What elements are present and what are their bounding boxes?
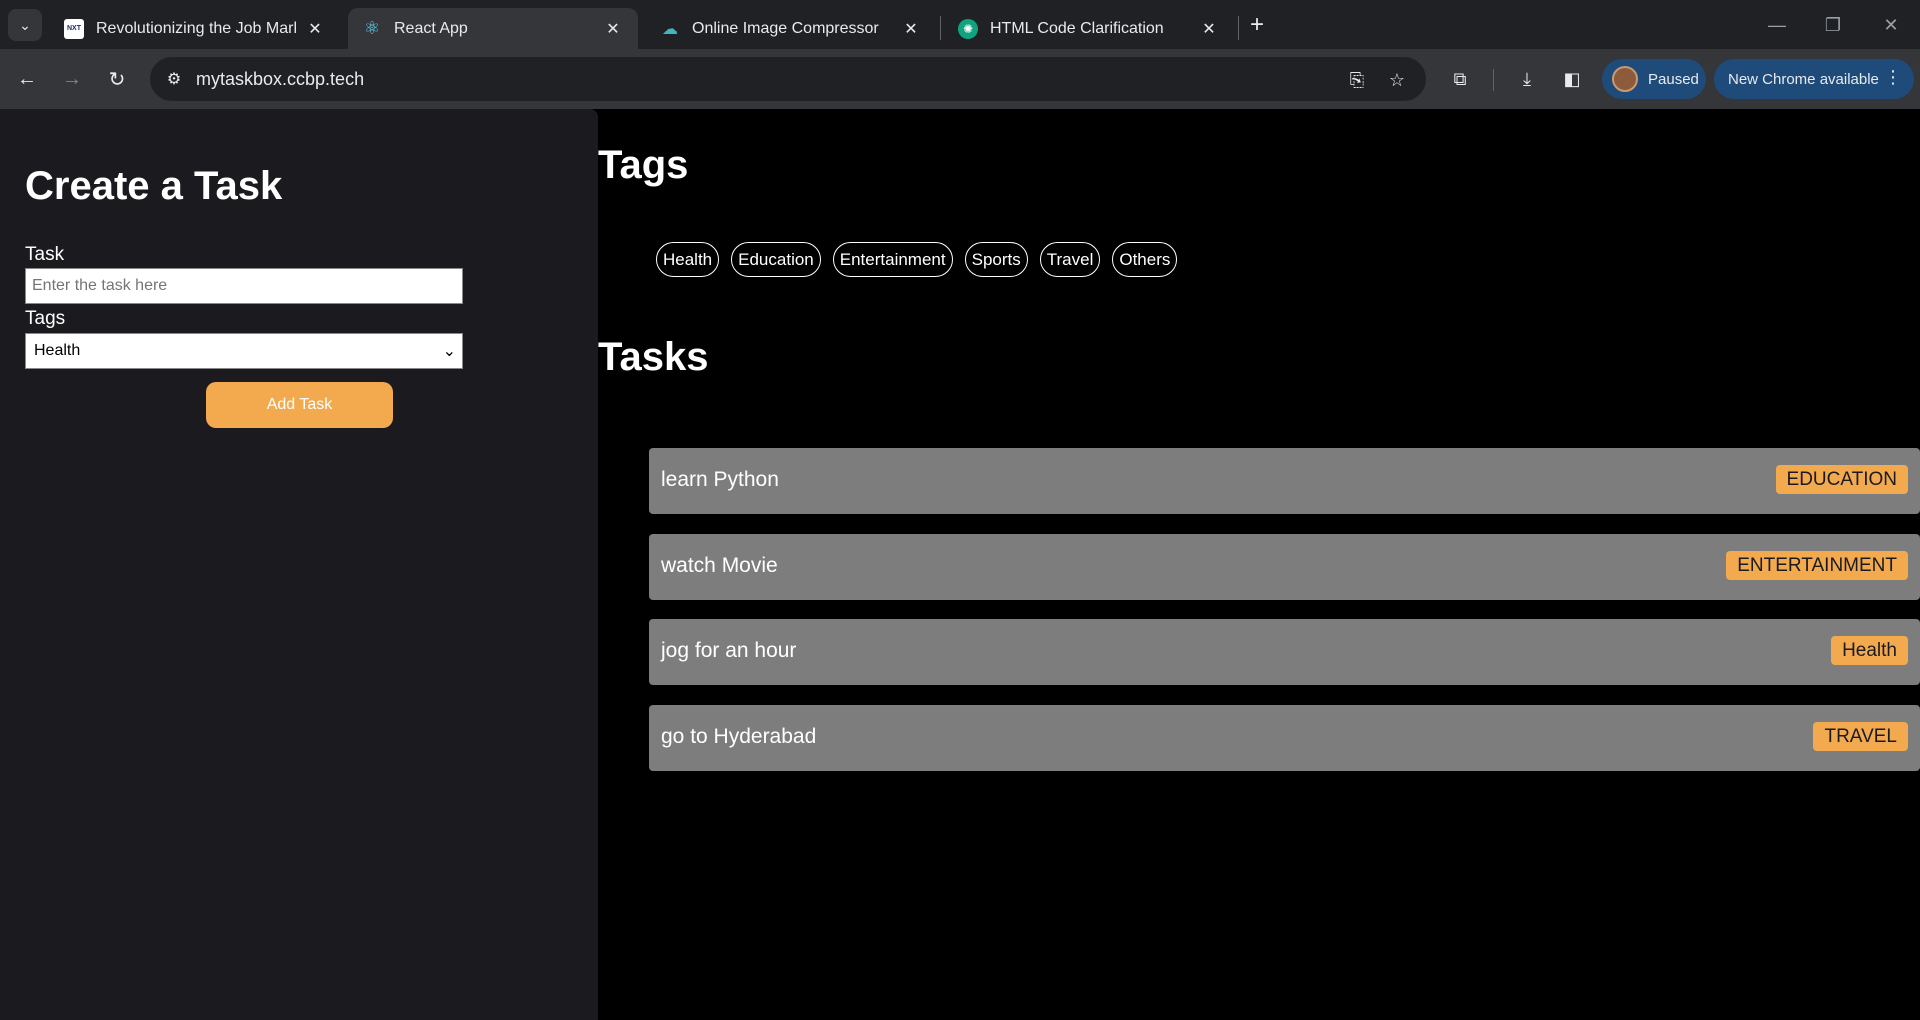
nxtwave-icon: NXT (64, 18, 84, 39)
tab-title: Online Image Compressor (692, 19, 879, 37)
download-icon[interactable]: ⤓ (1511, 63, 1543, 95)
create-task-heading: Create a Task (25, 164, 283, 208)
compressor-icon: ☁ (662, 20, 678, 38)
tab-html-clarification[interactable]: ✺ HTML Code Clarification ✕ (944, 8, 1234, 49)
tab-job-market[interactable]: NXT Revolutionizing the Job Market ✕ (50, 8, 340, 49)
task-item: jog for an hour Health (649, 619, 1920, 685)
more-menu-icon[interactable]: ⋮ (1884, 67, 1902, 88)
tab-separator (1238, 16, 1239, 40)
task-tag-badge: TRAVEL (1813, 722, 1908, 751)
chevron-down-icon: ⌄ (19, 16, 31, 33)
url-text[interactable]: mytaskbox.ccbp.tech (196, 69, 364, 90)
tasks-heading: Tasks (598, 335, 709, 379)
browser-toolbar: ← → ↻ ⚙ mytaskbox.ccbp.tech ⎘ ☆ ⧉ ⤓ ◧ Pa… (0, 49, 1920, 109)
close-icon[interactable]: ✕ (602, 18, 624, 40)
tag-filter-list: Health Education Entertainment Sports Tr… (656, 242, 1178, 277)
new-tab-button[interactable]: + (1244, 11, 1270, 38)
task-tag-badge: EDUCATION (1775, 465, 1908, 494)
side-panel-icon[interactable]: ◧ (1556, 63, 1588, 95)
tab-title: HTML Code Clarification (990, 19, 1164, 37)
close-icon[interactable]: ✕ (304, 18, 326, 40)
close-icon[interactable]: ✕ (900, 18, 922, 40)
task-tag-badge: Health (1831, 636, 1908, 665)
extensions-icon[interactable]: ⧉ (1444, 63, 1476, 95)
tab-bar: ⌄ NXT Revolutionizing the Job Market ✕ ⚛… (0, 0, 1920, 49)
chevron-down-icon: ⌄ (442, 343, 456, 360)
address-bar[interactable]: ⚙ mytaskbox.ccbp.tech ⎘ ☆ (150, 57, 1426, 101)
close-icon[interactable]: ✕ (1198, 18, 1220, 40)
tag-button-education[interactable]: Education (731, 242, 821, 277)
add-task-button[interactable]: Add Task (206, 382, 393, 428)
create-task-panel: Create a Task Task Tags Health ⌄ Add Tas… (0, 109, 598, 1020)
page-content: Create a Task Task Tags Health ⌄ Add Tas… (0, 109, 1920, 1020)
tab-title: Revolutionizing the Job Market (96, 19, 296, 37)
tab-react-app[interactable]: ⚛ React App ✕ (348, 8, 638, 49)
tab-search-button[interactable]: ⌄ (8, 9, 42, 41)
tag-button-sports[interactable]: Sports (964, 242, 1028, 277)
tags-select-value: Health (34, 342, 81, 359)
task-input[interactable] (25, 268, 463, 304)
install-app-icon[interactable]: ⎘ (1344, 67, 1370, 93)
tag-button-entertainment[interactable]: Entertainment (832, 242, 953, 277)
task-text: jog for an hour (661, 639, 797, 662)
bookmark-star-icon[interactable]: ☆ (1384, 67, 1410, 93)
profile-button[interactable]: Paused (1602, 59, 1706, 99)
site-info-icon[interactable]: ⚙ (160, 65, 188, 93)
task-item: go to Hyderabad TRAVEL (649, 705, 1920, 771)
avatar (1612, 66, 1638, 92)
task-label: Task (25, 244, 65, 265)
back-arrow-icon[interactable]: ← (11, 63, 43, 95)
tags-label: Tags (25, 308, 66, 329)
window-close-icon[interactable]: ✕ (1876, 10, 1906, 40)
tab-separator (940, 16, 941, 40)
reload-icon[interactable]: ↻ (101, 63, 133, 95)
update-chrome-button[interactable]: New Chrome available ⋮ (1714, 59, 1914, 99)
tags-select[interactable]: Health ⌄ (25, 333, 463, 369)
task-text: watch Movie (661, 554, 778, 577)
restore-icon[interactable]: ❐ (1818, 10, 1848, 40)
update-label: New Chrome available (1728, 70, 1879, 88)
tab-title: React App (394, 19, 468, 37)
chatgpt-icon: ✺ (958, 18, 978, 39)
tag-button-health[interactable]: Health (656, 242, 720, 277)
tab-image-compressor[interactable]: ☁ Online Image Compressor ✕ (646, 8, 936, 49)
forward-arrow-icon[interactable]: → (56, 63, 88, 95)
tag-button-travel[interactable]: Travel (1039, 242, 1101, 277)
toolbar-separator (1493, 69, 1494, 91)
task-text: go to Hyderabad (661, 725, 817, 748)
tags-heading: Tags (598, 143, 689, 187)
tag-button-others[interactable]: Others (1112, 242, 1178, 277)
task-item: learn Python EDUCATION (649, 448, 1920, 514)
task-text: learn Python (661, 468, 779, 491)
task-item: watch Movie ENTERTAINMENT (649, 534, 1920, 600)
minimize-icon[interactable]: — (1762, 10, 1792, 40)
task-tag-badge: ENTERTAINMENT (1726, 551, 1908, 580)
profile-status: Paused (1648, 70, 1699, 88)
react-icon: ⚛ (363, 18, 381, 38)
